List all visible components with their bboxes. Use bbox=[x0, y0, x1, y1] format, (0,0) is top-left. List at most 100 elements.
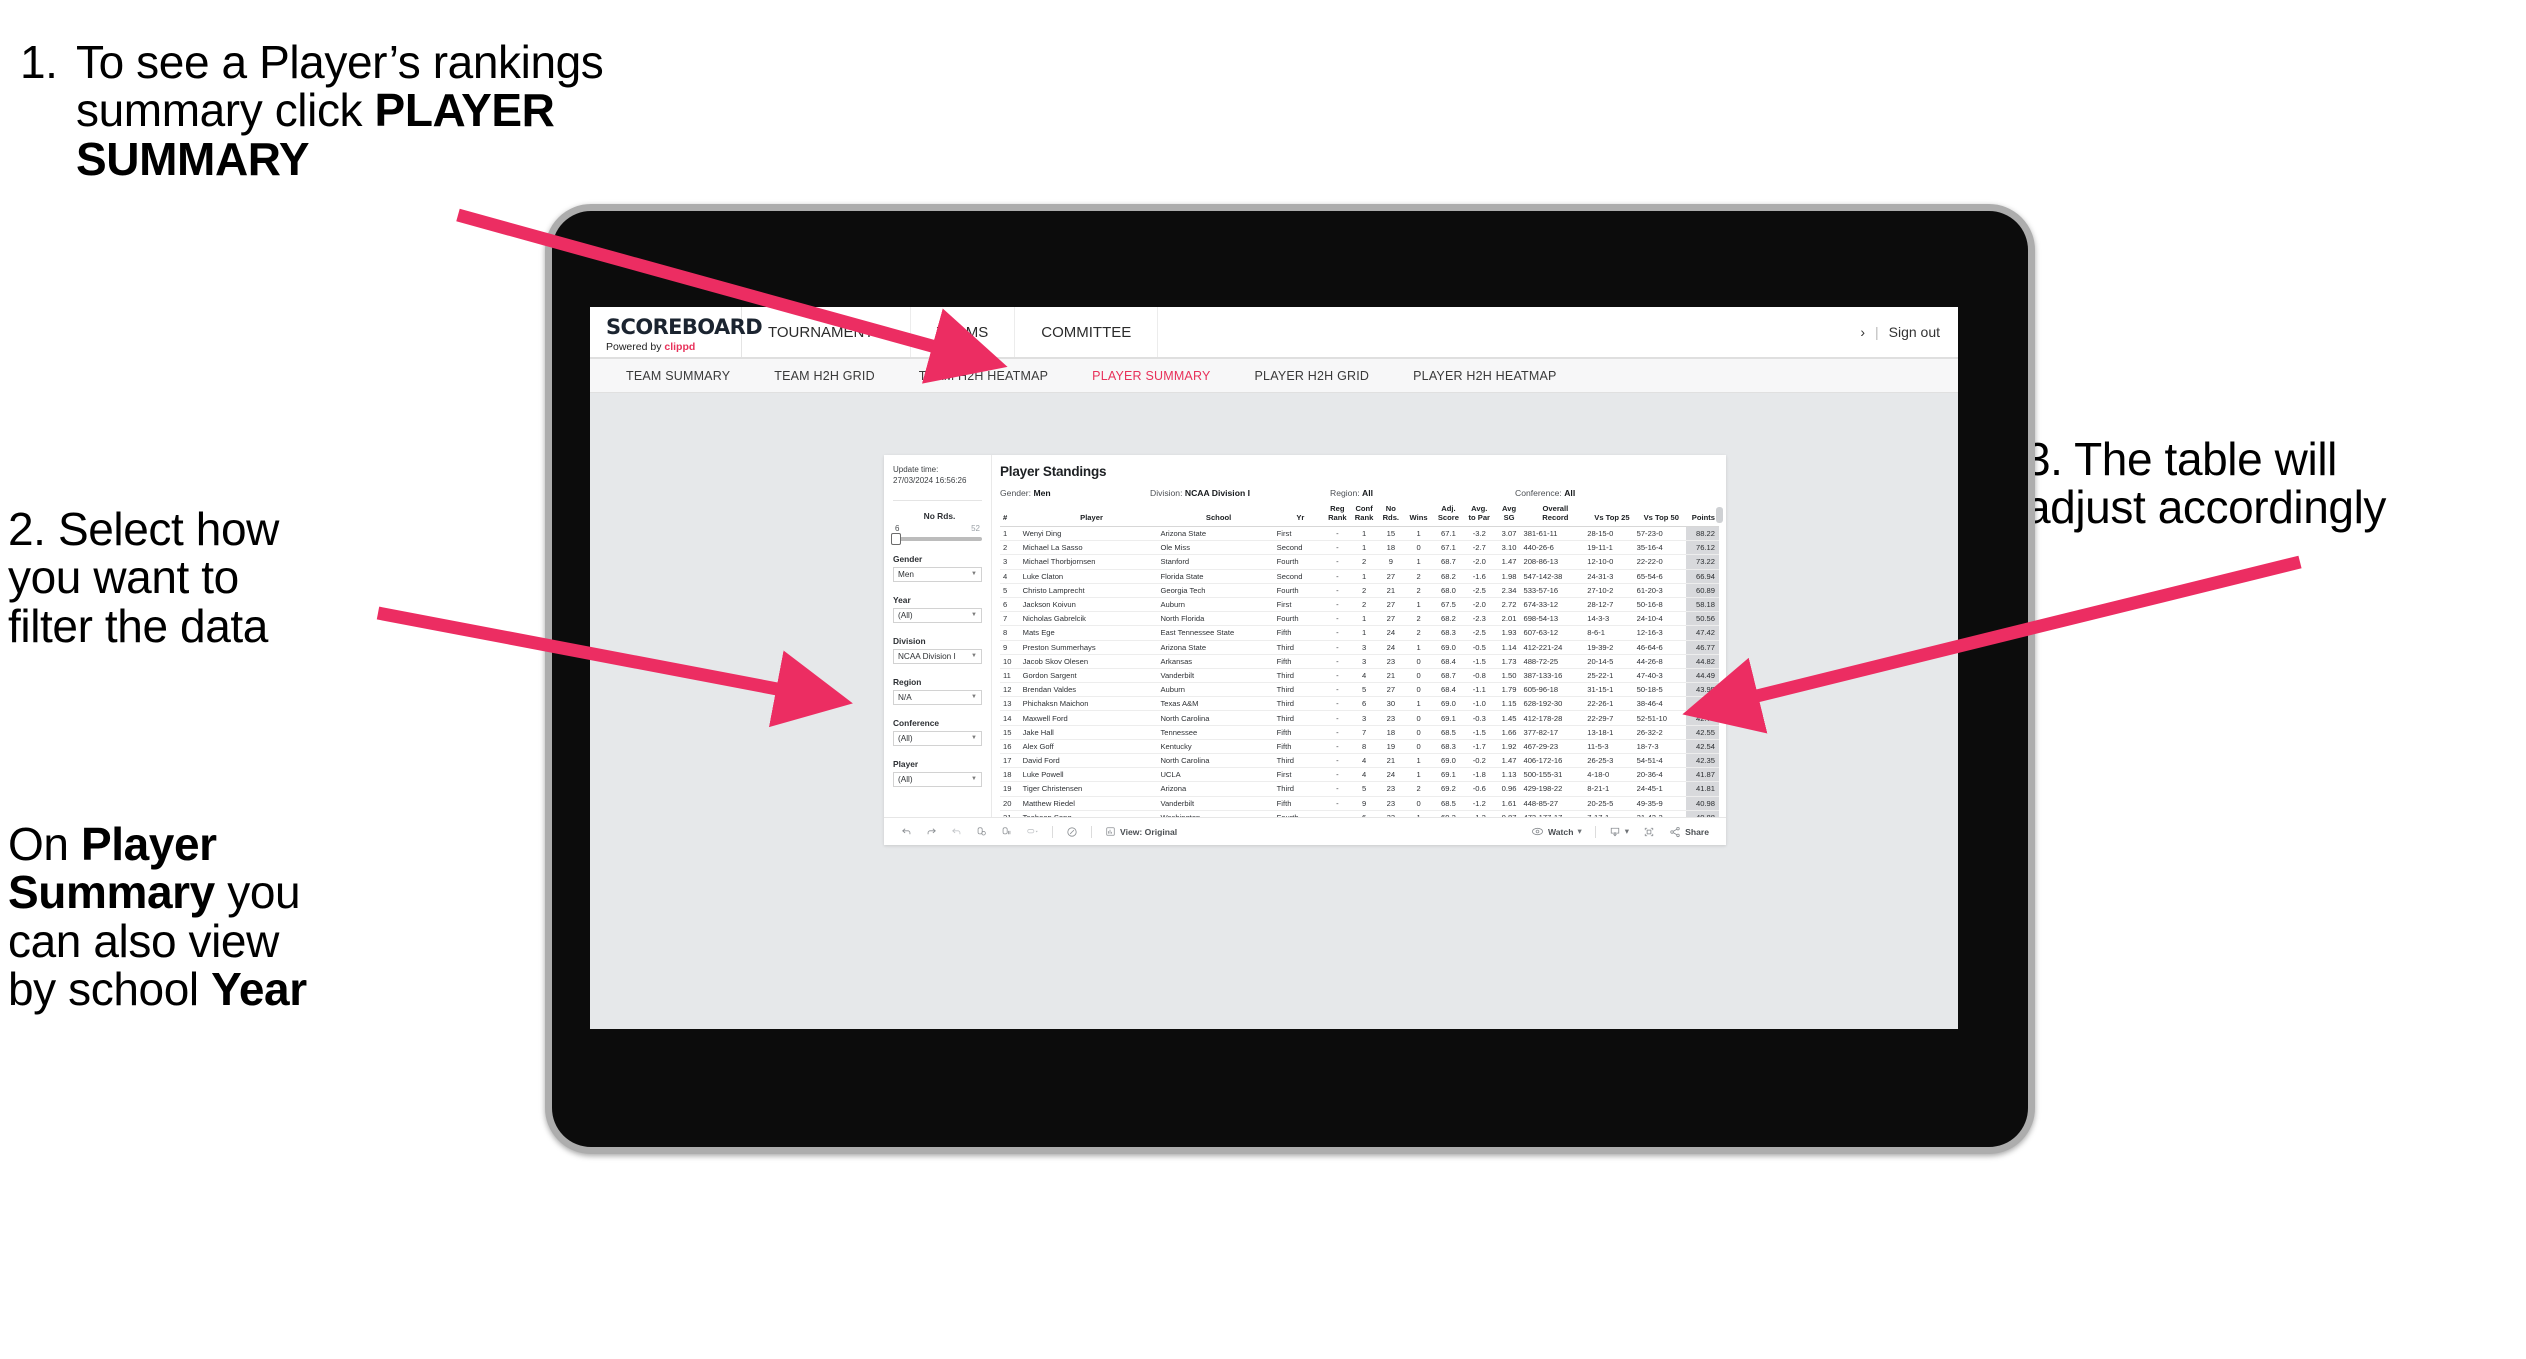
col-header-avg-sg[interactable]: Avg SG bbox=[1494, 504, 1524, 527]
cell-overall-record: 377-82-17 bbox=[1523, 725, 1588, 740]
col-header-player[interactable]: Player bbox=[1022, 505, 1161, 527]
region-value: N/A bbox=[898, 692, 912, 702]
fullscreen-button[interactable] bbox=[1636, 826, 1662, 838]
cell-avg-to-par: -1.8 bbox=[1463, 767, 1495, 783]
table-row[interactable]: 3 Michael Thorbjornsen Stanford Fourth -2 9 1 6… bbox=[1000, 554, 1719, 570]
annotation-2-line-2: you want to bbox=[8, 551, 239, 604]
no-rds-slider-track[interactable] bbox=[891, 532, 982, 545]
tab-team-summary[interactable]: TEAM SUMMARY bbox=[604, 369, 752, 383]
share-button[interactable]: Share bbox=[1662, 826, 1716, 838]
table-row[interactable]: 11 Gordon Sargent Vanderbilt Third -4 21 0 68.7… bbox=[1000, 668, 1719, 684]
cell-vs-top-25: 31-15-1 bbox=[1587, 682, 1637, 698]
division-dropdown[interactable]: NCAA Division I ▼ bbox=[893, 648, 982, 664]
cell-avg-sg: 1.47 bbox=[1494, 554, 1524, 570]
table-vertical-scrollbar[interactable] bbox=[1716, 507, 1723, 523]
refresh-icon[interactable] bbox=[969, 826, 994, 837]
table-row[interactable]: 20 Matthew Riedel Vanderbilt Fifth -9 23 0 68.5… bbox=[1000, 796, 1719, 811]
table-row[interactable]: 9 Preston Summerhays Arizona State Third -3 2… bbox=[1000, 640, 1719, 655]
player-dropdown[interactable]: (All) ▼ bbox=[893, 771, 982, 787]
view-original-button[interactable]: View: Original bbox=[1098, 826, 1184, 837]
cell-vs-top-50: 54-51-4 bbox=[1636, 753, 1686, 769]
col-header-school[interactable]: School bbox=[1160, 505, 1277, 527]
cell-vs-top-50: 50-16-8 bbox=[1636, 597, 1686, 613]
region-dropdown[interactable]: N/A ▼ bbox=[893, 689, 982, 705]
table-row[interactable]: 6 Jackson Koivun Auburn First -2 27 1 67.5 -2.0 2… bbox=[1000, 597, 1719, 613]
sign-out-link[interactable]: Sign out bbox=[1889, 324, 1940, 340]
table-row[interactable]: 5 Christo Lamprecht Georgia Tech Fourth -2 21… bbox=[1000, 583, 1719, 598]
annotation-2b-on: On bbox=[8, 818, 81, 870]
tab-player-summary[interactable]: PLAYER SUMMARY bbox=[1070, 369, 1232, 383]
nav-item-teams[interactable]: TEAMS bbox=[911, 307, 1016, 357]
table-row[interactable]: 4 Luke Claton Florida State Second -1 27 2 68.2… bbox=[1000, 569, 1719, 584]
account-chevron-icon[interactable]: › bbox=[1860, 324, 1865, 340]
pause-icon[interactable] bbox=[994, 826, 1019, 837]
update-time-label: Update time: bbox=[893, 465, 939, 474]
gender-dropdown[interactable]: Men ▼ bbox=[893, 566, 982, 582]
undo-icon[interactable] bbox=[894, 826, 919, 837]
tab-player-h2h-heatmap[interactable]: PLAYER H2H HEATMAP bbox=[1391, 369, 1578, 383]
chevron-down-icon: ▾ bbox=[1624, 826, 1630, 836]
table-row[interactable]: 14 Maxwell Ford North Carolina Third -3 23 0 69… bbox=[1000, 710, 1719, 726]
col-header-vs-top-50[interactable]: Vs Top 50 bbox=[1636, 505, 1686, 527]
brand-logo[interactable]: SCOREBOARD Powered by clippd bbox=[590, 307, 763, 357]
download-button[interactable]: ▾ bbox=[1602, 826, 1636, 838]
col-header-adj-score[interactable]: Adj. Score bbox=[1432, 504, 1464, 527]
table-row[interactable]: 15 Jake Hall Tennessee Fifth -7 18 0 68.5 -1.5 1.… bbox=[1000, 725, 1719, 740]
annotation-1-number: 1. bbox=[20, 36, 58, 88]
col-header-wins[interactable]: Wins bbox=[1404, 505, 1433, 527]
tab-team-h2h-heatmap[interactable]: TEAM H2H HEATMAP bbox=[897, 369, 1070, 383]
table-row[interactable]: 12 Brendan Valdes Auburn Third -5 27 0 68.4 -1.1… bbox=[1000, 682, 1719, 698]
filter-no-rds-max: 52 bbox=[971, 523, 980, 533]
alerts-icon[interactable] bbox=[1059, 826, 1085, 838]
cell-wins: 0 bbox=[1404, 710, 1433, 726]
view-tab-strip: TEAM SUMMARY TEAM H2H GRID TEAM H2H HEAT… bbox=[590, 359, 1958, 393]
nav-item-tournaments[interactable]: TOURNAMENTS bbox=[742, 307, 911, 357]
pause-auto-update-icon[interactable] bbox=[1019, 826, 1046, 837]
cell-school: Ole Miss bbox=[1160, 540, 1277, 556]
cell-player: Tiger Christensen bbox=[1022, 781, 1161, 797]
col-header-vs-top-25[interactable]: Vs Top 25 bbox=[1587, 505, 1637, 527]
col-header-conf-rank[interactable]: Conf Rank bbox=[1350, 504, 1378, 527]
table-row[interactable]: 13 Phichaksn Maichon Texas A&M Third -6 30 1 69… bbox=[1000, 696, 1719, 712]
cell-: 2 bbox=[1000, 540, 1023, 556]
standings-table-region: Player Standings Gender: Men Division: N… bbox=[992, 455, 1726, 817]
table-row[interactable]: 10 Jacob Skov Olesen Arkansas Fifth -3 23 0 68.… bbox=[1000, 654, 1719, 669]
table-row[interactable]: 17 David Ford North Carolina Third -4 21 1 69.0… bbox=[1000, 753, 1719, 769]
cell-school: Stanford bbox=[1160, 554, 1277, 570]
slide-canvas: 1. To see a Player’s rankings summary clic… bbox=[0, 0, 2526, 1359]
table-row[interactable]: 16 Alex Goff Kentucky Fifth -8 19 0 68.3 -1.7 1.9… bbox=[1000, 739, 1719, 755]
conference-dropdown[interactable]: (All) ▼ bbox=[893, 730, 982, 746]
table-row[interactable]: 1 Wenyi Ding Arizona State First -1 15 1 67.1 -3… bbox=[1000, 526, 1719, 542]
cell-reg-rank: - bbox=[1323, 767, 1351, 783]
col-header-reg-rank[interactable]: Reg Rank bbox=[1323, 504, 1351, 527]
table-row[interactable]: 7 Nicholas Gabrelcik North Florida Fourth -1… bbox=[1000, 611, 1719, 627]
table-row[interactable]: 18 Luke Powell UCLA First -4 24 1 69.1 -1.8 1.13 5… bbox=[1000, 767, 1719, 783]
cell-school: East Tennessee State bbox=[1160, 625, 1277, 641]
table-row[interactable]: 2 Michael La Sasso Ole Miss Second -1 18 0 67.1… bbox=[1000, 540, 1719, 556]
redo-icon[interactable] bbox=[919, 826, 944, 837]
col-header-yr[interactable]: Yr bbox=[1276, 505, 1324, 527]
year-dropdown[interactable]: (All) ▼ bbox=[893, 607, 982, 623]
revert-icon[interactable] bbox=[944, 826, 969, 837]
col-header-no-rds[interactable]: No Rds. bbox=[1377, 504, 1405, 527]
table-row[interactable]: 19 Tiger Christensen Arizona Third -5 23 2 69.2… bbox=[1000, 781, 1719, 797]
cell-vs-top-25: 20-25-5 bbox=[1587, 796, 1637, 811]
cell-wins: 2 bbox=[1404, 781, 1433, 797]
col-header-[interactable]: # bbox=[1000, 505, 1023, 527]
tab-team-h2h-grid[interactable]: TEAM H2H GRID bbox=[752, 369, 897, 383]
cell-wins: 1 bbox=[1404, 526, 1433, 542]
cell-: 11 bbox=[1000, 668, 1023, 684]
no-rds-slider-handle[interactable] bbox=[891, 532, 901, 545]
annotation-2b-bold-player: Player bbox=[80, 818, 217, 870]
table-row[interactable]: 21Taehoon SongWashingtonFourth-623169.2-… bbox=[1000, 810, 1719, 817]
col-header-avg-to-par[interactable]: Avg. to Par bbox=[1463, 504, 1495, 527]
col-header-points[interactable]: Points bbox=[1685, 505, 1719, 527]
cell-conf-rank: 1 bbox=[1350, 569, 1378, 584]
nav-item-committee[interactable]: COMMITTEE bbox=[1015, 307, 1159, 357]
cell-no-rds: 21 bbox=[1377, 668, 1405, 684]
table-row[interactable]: 8 Mats Ege East Tennessee State Fifth -1 24 2 6… bbox=[1000, 625, 1719, 641]
annotation-2b-line-3: can also view bbox=[8, 914, 279, 967]
col-header-overall-record[interactable]: Overall Record bbox=[1523, 504, 1588, 527]
tab-player-h2h-grid[interactable]: PLAYER H2H GRID bbox=[1233, 369, 1392, 383]
watch-button[interactable]: Watch ▾ bbox=[1524, 826, 1589, 837]
